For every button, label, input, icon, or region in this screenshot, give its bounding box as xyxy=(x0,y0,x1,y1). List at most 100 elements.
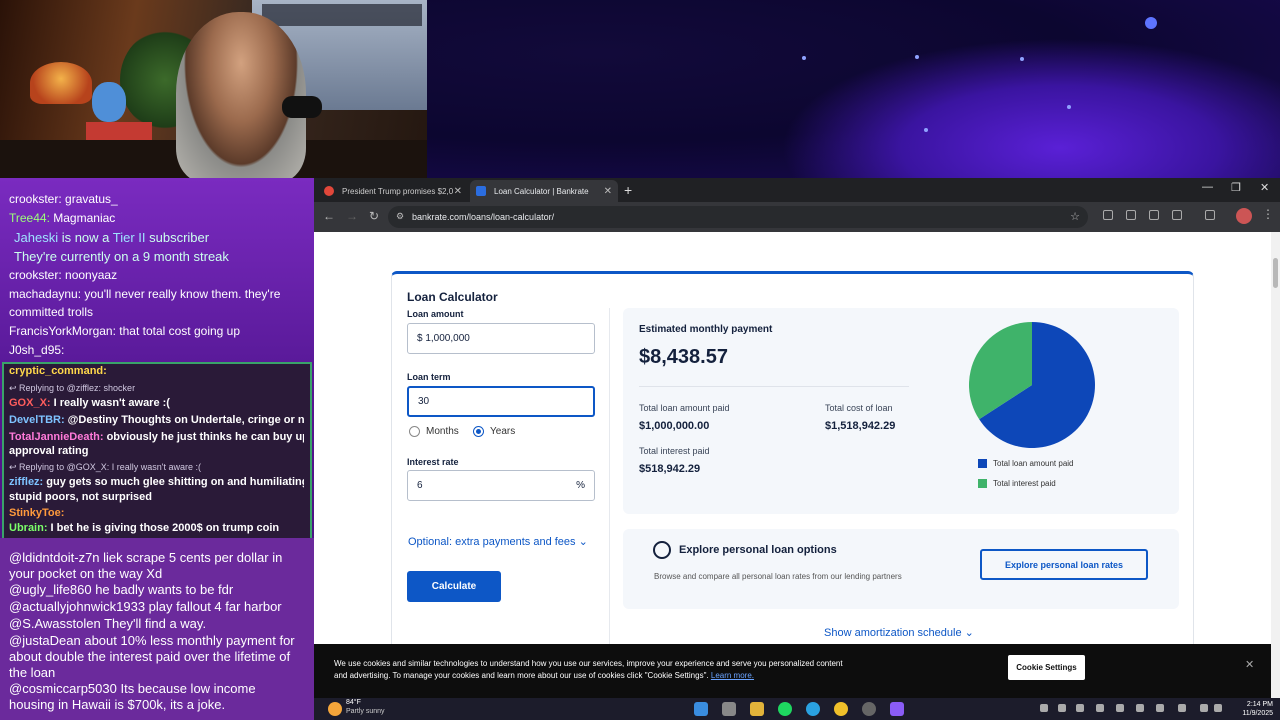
tray-icon[interactable] xyxy=(1156,704,1164,712)
chat-message: @cosmiccarp5030 Its because low income h… xyxy=(9,681,256,712)
site-info-icon[interactable]: ⚙ xyxy=(396,211,404,222)
chat-username: crookster: xyxy=(9,268,62,282)
loan-term-input[interactable]: 30 xyxy=(407,386,595,417)
legend-interest: Total interest paid xyxy=(978,479,1056,488)
web-page: Loan Calculator Loan amount $ 1,000,000 … xyxy=(314,232,1271,698)
loan-amount-label: Loan amount xyxy=(407,309,464,319)
chat-text: guy gets so much glee shitting on and hu… xyxy=(43,476,304,488)
years-radio[interactable]: Years xyxy=(473,426,515,437)
network-icon[interactable] xyxy=(1200,704,1208,712)
close-tab-icon[interactable]: ✕ xyxy=(454,186,462,197)
optional-extra-payments-link[interactable]: Optional: extra payments and fees ⌄ xyxy=(408,535,588,548)
tray-icon[interactable] xyxy=(1136,704,1144,712)
interest-rate-input[interactable]: 6 % xyxy=(407,470,595,501)
tray-icon[interactable] xyxy=(1116,704,1124,712)
chat-username: Ubrain: xyxy=(9,522,48,534)
tray-icon[interactable] xyxy=(1040,704,1048,712)
chat-username: Tree44: xyxy=(9,211,50,225)
bookmark-star-icon[interactable]: ☆ xyxy=(1070,210,1080,223)
chat-message: J0sh_d95: xyxy=(9,343,304,358)
minimize-button[interactable]: — xyxy=(1202,181,1213,193)
cookie-settings-button[interactable]: Cookie Settings xyxy=(1008,655,1085,680)
chat-text: gravatus_ xyxy=(61,192,118,206)
total-loan-value: $1,000,000.00 xyxy=(639,420,710,432)
payment-pie-chart xyxy=(969,322,1095,448)
learn-more-link[interactable]: Learn more. xyxy=(711,671,754,680)
extensions-puzzle-icon[interactable] xyxy=(1172,210,1182,220)
chat-text: ↩ Replying to @GOX_X: I really wasn't aw… xyxy=(9,462,201,472)
chat-text: is now a xyxy=(58,230,113,245)
app-icon[interactable] xyxy=(890,702,904,716)
windows-start-icon[interactable] xyxy=(694,702,708,716)
chat-text: that total cost going up xyxy=(115,324,241,338)
obs-icon[interactable] xyxy=(862,702,876,716)
total-cost-value: $1,518,942.29 xyxy=(825,420,896,432)
chat-message: ↩ Replying to @zifflez: shocker xyxy=(9,381,304,396)
loan-amount-input[interactable]: $ 1,000,000 xyxy=(407,323,595,354)
profile-avatar[interactable] xyxy=(1236,208,1252,224)
weather-sun-icon[interactable] xyxy=(328,702,342,716)
explore-rates-button[interactable]: Explore personal loan rates xyxy=(980,549,1148,580)
chat-text: They're currently on a 9 month streak xyxy=(14,249,229,264)
spotify-icon[interactable] xyxy=(778,702,792,716)
chrome-icon[interactable] xyxy=(834,702,848,716)
reload-icon[interactable]: ↻ xyxy=(369,209,379,223)
tray-icon[interactable] xyxy=(1096,704,1104,712)
forward-arrow-icon[interactable]: → xyxy=(346,209,358,223)
chat-message: Tree44: Magmaniac xyxy=(9,211,304,226)
extension-icon[interactable] xyxy=(1103,210,1113,220)
divider xyxy=(639,386,909,387)
time: 2:14 PM xyxy=(1246,701,1273,708)
calculator-title: Loan Calculator xyxy=(407,290,498,304)
chat-message: crookster: gravatus_ xyxy=(9,192,304,207)
cookie-text: We use cookies and similar technologies … xyxy=(334,658,854,682)
page-scrollbar[interactable] xyxy=(1271,232,1280,698)
maximize-button[interactable]: ❐ xyxy=(1231,181,1241,194)
cookie-message: We use cookies and similar technologies … xyxy=(334,659,843,680)
menu-dots-icon[interactable]: ⋮ xyxy=(1262,207,1274,221)
chat-text: Magmaniac xyxy=(49,211,116,225)
amortization-schedule-link[interactable]: Show amortization schedule ⌄ xyxy=(824,626,974,639)
close-window-button[interactable]: ✕ xyxy=(1260,181,1269,194)
total-cost-label: Total cost of loan xyxy=(825,403,893,413)
file-explorer-icon[interactable] xyxy=(750,702,764,716)
interest-rate-value: 6 xyxy=(417,480,423,491)
nebula-glow xyxy=(780,38,1280,178)
chat-username: J0sh_d95: xyxy=(9,343,65,357)
reddit-icon xyxy=(324,186,334,196)
browser-toolbar: ← → ↻ ⚙ bankrate.com/loans/loan-calculat… xyxy=(314,202,1280,232)
back-arrow-icon[interactable]: ← xyxy=(323,209,335,223)
tab-trump-article[interactable]: President Trump promises $2,0 ✕ xyxy=(318,180,468,202)
chat-text: you'll never really know them. they're xyxy=(81,287,281,301)
scrollbar-thumb[interactable] xyxy=(1273,258,1278,288)
close-tab-icon[interactable]: ✕ xyxy=(604,186,612,197)
tray-icon[interactable] xyxy=(1178,704,1186,712)
clock[interactable]: 2:14 PM 11/9/2025 xyxy=(1233,700,1273,718)
new-tab-button[interactable]: + xyxy=(624,182,632,198)
chat-message: @ldidntdoit-z7n liek scrape 5 cents per … xyxy=(9,550,283,581)
chat-username: cryptic_command: xyxy=(9,365,107,377)
tray-icon[interactable] xyxy=(1076,704,1084,712)
tray-icon[interactable] xyxy=(1058,704,1066,712)
chat-text: obviously he just thinks he can buy up h… xyxy=(106,431,304,443)
extension-icon[interactable] xyxy=(1126,210,1136,220)
task-view-icon[interactable] xyxy=(722,702,736,716)
edge-icon[interactable] xyxy=(806,702,820,716)
chat-tier: Tier II xyxy=(112,230,146,245)
extension-icon[interactable] xyxy=(1149,210,1159,220)
radio-selected-icon[interactable] xyxy=(473,426,484,437)
address-bar[interactable]: ⚙ bankrate.com/loans/loan-calculator/ ☆ xyxy=(388,206,1088,228)
star xyxy=(1020,57,1024,61)
tab-loan-calculator[interactable]: Loan Calculator | Bankrate ✕ xyxy=(470,180,618,202)
star xyxy=(924,128,928,132)
radio-icon[interactable] xyxy=(409,426,420,437)
volume-icon[interactable] xyxy=(1214,704,1222,712)
months-radio[interactable]: Months xyxy=(409,426,459,437)
close-icon[interactable]: ✕ xyxy=(1245,658,1254,671)
chat-panel: crookster: gravatus_ Tree44: Magmaniac Jah… xyxy=(0,178,314,720)
side-panel-icon[interactable] xyxy=(1205,210,1215,220)
calculate-button[interactable]: Calculate xyxy=(407,571,501,602)
chat-message: StinkyToe: xyxy=(9,506,304,521)
window-blinds xyxy=(262,4,422,26)
legend-swatch-principal xyxy=(978,459,987,468)
